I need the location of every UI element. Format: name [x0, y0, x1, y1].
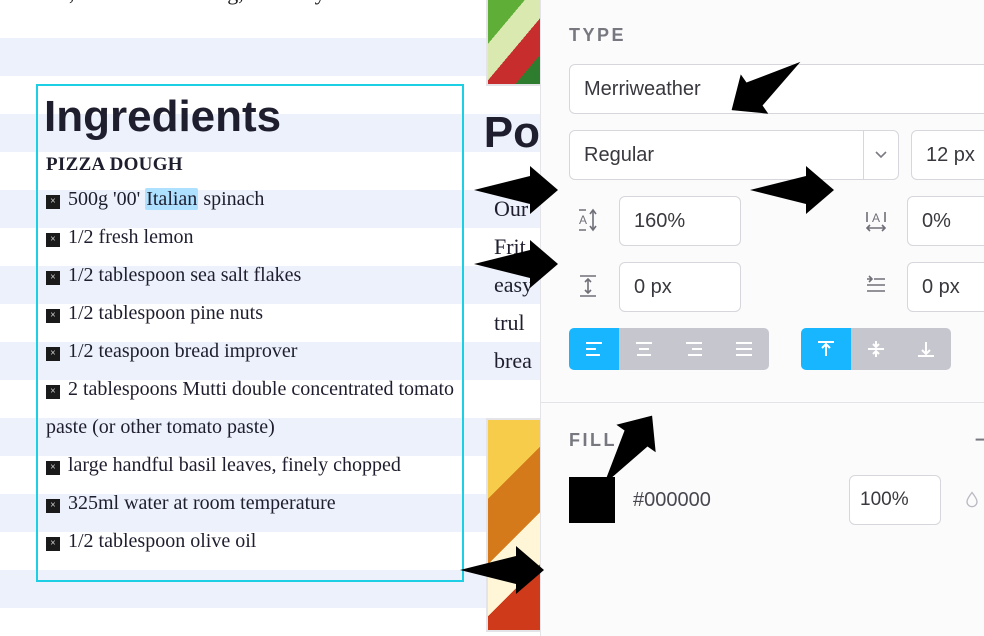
valign-middle-button[interactable]: [851, 328, 901, 370]
design-canvas[interactable]: Po Our Frit easy trul brea ible, in term…: [0, 0, 540, 636]
ingredient-line: ×1/2 fresh lemon: [46, 218, 456, 256]
line-height-icon: A: [569, 196, 607, 244]
properties-panel: TYPE A: [540, 0, 984, 636]
ingredient-line: ×1/2 tablespoon olive oil: [46, 522, 456, 560]
chevron-down-icon[interactable]: [863, 131, 898, 179]
type-section-label: TYPE: [569, 25, 626, 46]
paragraph-spacing-icon: [569, 262, 607, 310]
font-weight-input[interactable]: [570, 131, 863, 179]
ingredient-line: ×1/2 tablespoon sea salt flakes: [46, 256, 456, 294]
ingredient-line: ×2 tablespoons Mutti double concentrated…: [46, 370, 456, 446]
paragraph-indent-field[interactable]: [907, 262, 984, 312]
recipe-subheading: PIZZA DOUGH: [46, 154, 456, 176]
svg-text:A: A: [872, 211, 880, 225]
recipe-heading: Ingredients: [44, 92, 456, 142]
paragraph-indent-input[interactable]: [908, 263, 984, 311]
selected-text-frame[interactable]: Ingredients PIZZA DOUGH ×500g '00' Itali…: [36, 84, 464, 582]
ingredient-line: ×325ml water at room temperature: [46, 484, 456, 522]
bullet-icon: ×: [46, 271, 60, 285]
align-right-button[interactable]: [669, 328, 719, 370]
font-family-field[interactable]: [569, 64, 984, 114]
ingredient-line: ×500g '00' Italian spinach: [46, 180, 456, 218]
fill-section-label: FILL: [569, 430, 617, 451]
font-size-input[interactable]: [912, 131, 984, 179]
bullet-icon: ×: [46, 347, 60, 361]
fill-color-swatch[interactable]: [569, 477, 615, 523]
paragraph-indent-icon: [857, 262, 895, 310]
font-size-field[interactable]: [911, 130, 984, 180]
letter-spacing-input[interactable]: [908, 197, 984, 245]
fill-opacity-field[interactable]: [849, 475, 941, 525]
align-center-button[interactable]: [619, 328, 669, 370]
fill-hex-value[interactable]: #000000: [633, 489, 711, 512]
bullet-icon: ×: [46, 499, 60, 513]
vertical-align-group: [801, 328, 951, 370]
bullet-icon: ×: [46, 537, 60, 551]
font-weight-field[interactable]: [569, 130, 899, 180]
letter-spacing-icon: A: [857, 196, 895, 244]
bullet-icon: ×: [46, 233, 60, 247]
font-family-input[interactable]: [570, 65, 984, 113]
line-height-field[interactable]: [619, 196, 741, 246]
ingredient-line: ×large handful basil leaves, finely chop…: [46, 446, 456, 484]
remove-fill-button[interactable]: −: [968, 423, 984, 457]
bullet-icon: ×: [46, 309, 60, 323]
bullet-icon: ×: [46, 195, 60, 209]
ingredient-line: ×1/2 tablespoon pine nuts: [46, 294, 456, 332]
highlighted-word: Italian: [145, 188, 198, 210]
bullet-icon: ×: [46, 385, 60, 399]
text-align-group: [569, 328, 769, 370]
paragraph-spacing-field[interactable]: [619, 262, 741, 312]
droplet-icon[interactable]: [959, 487, 984, 513]
valign-bottom-button[interactable]: [901, 328, 951, 370]
letter-spacing-field[interactable]: [907, 196, 984, 246]
valign-top-button[interactable]: [801, 328, 851, 370]
bullet-icon: ×: [46, 461, 60, 475]
align-left-button[interactable]: [569, 328, 619, 370]
svg-text:A: A: [579, 213, 587, 227]
cutoff-text: ible, in terms of timing, and very: [36, 0, 516, 6]
align-justify-button[interactable]: [719, 328, 769, 370]
ingredient-line: ×1/2 teaspoon bread improver: [46, 332, 456, 370]
